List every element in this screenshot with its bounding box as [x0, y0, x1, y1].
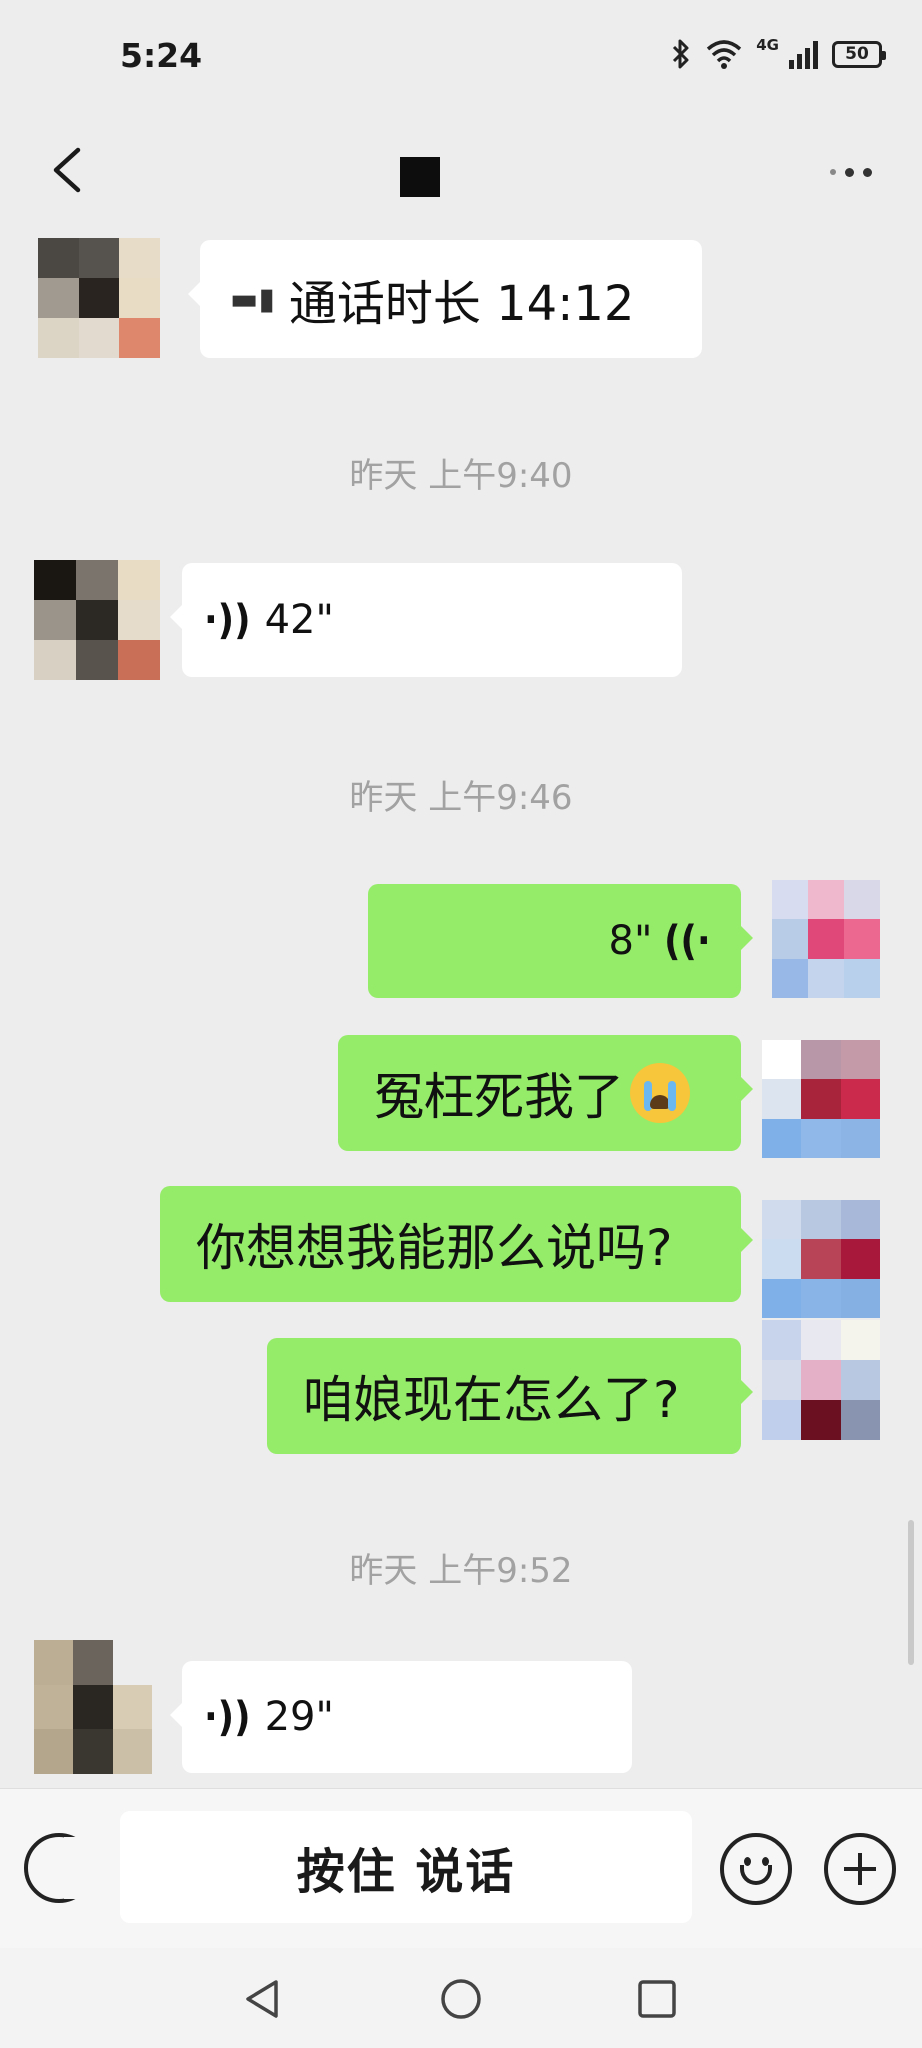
my-avatar[interactable]	[762, 1040, 880, 1158]
call-record-bubble[interactable]: ▬▮ 通话时长 14:12	[188, 240, 702, 358]
voice-duration: 8"	[608, 918, 653, 964]
chat-header	[0, 110, 922, 236]
crying-emoji-icon	[630, 1063, 690, 1123]
more-dot	[830, 169, 836, 175]
back-button[interactable]	[40, 140, 100, 200]
status-time: 5:24	[120, 36, 203, 75]
signal-icon	[789, 39, 818, 69]
chat-scrollbar[interactable]	[908, 1520, 914, 1665]
message-timestamp: 昨天 上午9:52	[349, 1551, 573, 1591]
more-dot	[845, 167, 854, 177]
status-bar: 5:24 4G 50	[0, 0, 922, 110]
more-dot	[863, 167, 872, 177]
voice-duration: 42"	[264, 597, 334, 643]
bluetooth-icon	[673, 39, 689, 69]
back-triangle-icon[interactable]	[242, 1978, 284, 2020]
message-text: 冤枉死我了	[374, 1068, 624, 1126]
wifi-icon	[707, 40, 742, 69]
more-functions-button[interactable]	[824, 1833, 896, 1905]
my-avatar[interactable]	[772, 880, 880, 998]
message-text: 咱娘现在怎么了?	[303, 1371, 680, 1429]
voice-duration: 29"	[264, 1694, 334, 1740]
phone-call-icon: ▬▮	[230, 281, 275, 317]
hold-to-talk-button[interactable]: 按住 说话	[120, 1811, 692, 1923]
my-avatar[interactable]	[762, 1200, 880, 1318]
my-avatar[interactable]	[762, 1320, 880, 1440]
status-icons: 4G 50	[670, 34, 886, 74]
voice-keyboard-toggle-button[interactable]	[24, 1833, 94, 1903]
message-timestamp: 昨天 上午9:40	[349, 456, 573, 496]
system-navigation-bar	[0, 1948, 922, 2048]
emoji-smile	[740, 1865, 772, 1885]
voice-message-bubble[interactable]: ·)) 29"	[170, 1661, 632, 1773]
call-duration-text: 通话时长 14:12	[288, 276, 635, 332]
chevron-left-icon	[53, 147, 81, 193]
more-button[interactable]	[802, 152, 872, 192]
text-message-bubble[interactable]: 你想想我能那么说吗?	[160, 1186, 753, 1302]
voice-wave-icon: ·))	[204, 1693, 251, 1741]
home-circle-icon[interactable]	[440, 1978, 482, 2020]
chat-title-redacted	[400, 157, 440, 197]
text-message-bubble[interactable]: 咱娘现在怎么了?	[267, 1338, 753, 1454]
contact-avatar[interactable]	[34, 560, 160, 680]
voice-wave-icon: ·))	[204, 596, 251, 644]
message-text: 你想想我能那么说吗?	[196, 1219, 673, 1277]
voice-wave-icon: ·))	[664, 917, 711, 965]
recents-square-icon[interactable]	[636, 1978, 678, 2020]
battery-icon: 50	[832, 40, 886, 68]
message-timestamp: 昨天 上午9:46	[349, 778, 573, 818]
contact-avatar[interactable]	[38, 238, 160, 358]
input-bar: 按住 说话	[0, 1788, 922, 1948]
voice-message-bubble[interactable]: ·)) 42"	[170, 563, 682, 677]
network-type-label: 4G	[756, 36, 779, 54]
battery-level: 50	[845, 44, 869, 64]
emoji-button[interactable]	[720, 1833, 792, 1905]
text-message-bubble[interactable]: 冤枉死我了	[338, 1035, 753, 1151]
voice-message-bubble[interactable]: 8" ·))	[368, 884, 753, 998]
contact-avatar[interactable]	[34, 1640, 152, 1774]
